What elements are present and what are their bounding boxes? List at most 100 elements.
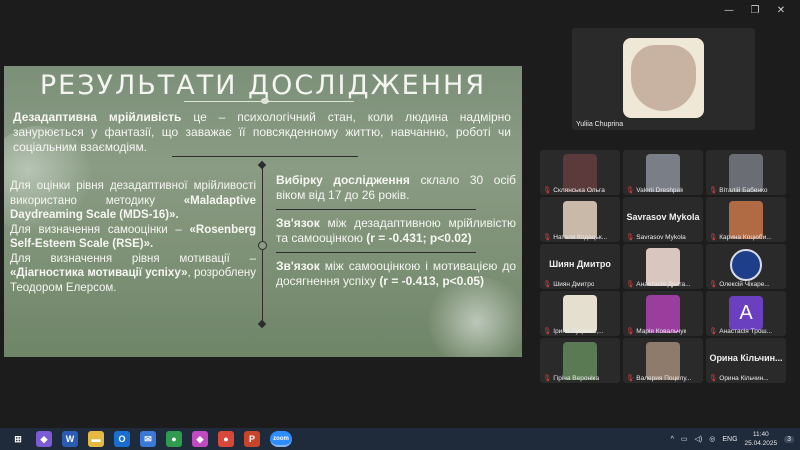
mic-muted-icon: 🎙 [543,328,552,335]
restore-button[interactable]: ❐ [742,4,768,18]
participant-tile[interactable]: Орина Кільчин... 🎙 Орина Кільчин... [706,338,786,383]
participant-tile[interactable]: Шиян Дмитро 🎙 Шиян Дмитро [540,244,620,289]
participant-name: 🎙 Наталя Кодацьк... [543,234,608,241]
participant-name: 🎙 Віталій Бабенко [709,187,768,194]
window-controls: — ❐ ✕ [716,4,794,18]
results-divider [276,209,476,210]
slide-intro: Дезадаптивна мрійливість це – психологіч… [13,110,511,155]
results-divider [276,252,476,253]
tray-chevron-icon[interactable]: ^ [671,436,674,443]
mic-muted-icon: 🎙 [709,375,718,382]
language-indicator[interactable]: ENG [722,436,737,443]
correlation-label: Зв'язок [276,216,320,230]
methods-column: Для оцінки рівня дезадаптивної мрійливос… [10,179,256,295]
correlation-1: Зв'язок між дезадаптивною мрійливістю та… [276,216,516,246]
flower-decoration [422,277,522,357]
participant-name: 🎙 Анастасія Драга... [626,281,691,288]
battery-icon[interactable]: ▭ [681,435,688,443]
participant-tile[interactable]: 🎙 Склянська Ольга [540,150,620,195]
divider-circle [258,241,267,250]
clock-time: 11:40 [752,431,769,438]
participant-name: 🎙 Олексій Чікаре... [709,281,770,288]
paint-icon[interactable]: ◆ [192,431,208,447]
participant-tile[interactable]: 🎙 Валерия Поцелу... [623,338,703,383]
mic-muted-icon: 🎙 [709,234,718,241]
mic-muted-icon: 🎙 [543,187,552,194]
section-divider [172,156,358,157]
participant-name: 🎙 Анастасія Трош... [709,328,773,335]
file-explorer-icon[interactable]: ▬ [88,431,104,447]
participant-tile[interactable]: 🎙 Віталій Бабенко [706,150,786,195]
clock-date: 25.04.2025 [744,440,778,447]
correlation-value: (r = -0.413, p<0.05) [379,274,485,288]
correlation-value: (r = -0.431; p<0.02) [366,231,472,245]
slide-title: РЕЗУЛЬТАТИ ДОСЛІДЖЕННЯ [39,70,487,101]
mic-muted-icon: 🎙 [626,281,635,288]
participant-name: 🎙 Гіріна Вероніка [543,375,600,382]
correlation-2: Зв'язок між самооцінкою і мотивацією до … [276,259,516,289]
title-divider [184,101,354,102]
participant-tile[interactable]: 🎙 Анастасія Драга... [623,244,703,289]
participant-name: 🎙 Valerii Dreshpak [626,187,684,194]
participant-display-name: Орина Кільчин... [709,353,783,363]
title-ornament [261,98,269,104]
participant-name: 🎙 Склянська Ольга [543,187,605,194]
participant-tile[interactable]: 🎙 Наталя Кодацьк... [540,197,620,242]
mic-muted-icon: 🎙 [543,281,552,288]
sample-label: Вибірку дослідження [276,173,410,187]
mic-muted-icon: 🎙 [543,375,552,382]
mic-muted-icon: 🎙 [543,234,552,241]
participant-display-name: Savrasov Mykola [626,212,700,222]
results-column: Вибірку дослідження склало 30 осіб віком… [276,173,516,289]
volume-icon[interactable]: ◁) [695,435,703,443]
participant-name: 🎙 Марія Ковальчук [626,328,687,335]
windows-start-icon[interactable]: ⊞ [10,431,26,447]
taskbar-apps: ⊞ ◆ W ▬ O ✉ ● ◆ ● Pzoom [0,431,292,447]
clock[interactable]: 11:40 25.04.2025 [745,430,778,448]
word-icon[interactable]: W [62,431,78,447]
copilot-icon[interactable]: ◆ [36,431,52,447]
participant-name: 🎙 Орина Кільчин... [709,375,769,382]
participant-tile[interactable]: 🎙 Гіріна Вероніка [540,338,620,383]
chrome-icon-2[interactable]: ● [218,431,234,447]
participant-tile[interactable]: Savrasov Mykola 🎙 Savrasov Mykola [623,197,703,242]
participant-name: 🎙 Savrasov Mykola [626,234,686,241]
shared-slide: РЕЗУЛЬТАТИ ДОСЛІДЖЕННЯ Дезадаптивна мрій… [4,66,522,357]
active-speaker-tile[interactable]: Yuliia Chuprina [572,28,755,130]
speaker-video-frame [631,45,696,111]
powerpoint-icon[interactable]: P [244,431,260,447]
intro-term: Дезадаптивна мрійливість [13,110,182,124]
minimize-button[interactable]: — [716,4,742,18]
settings-icon[interactable]: ◎ [709,435,715,443]
participant-tile[interactable]: A 🎙 Анастасія Трош... [706,291,786,336]
mic-muted-icon: 🎙 [709,187,718,194]
system-tray: ^ ▭ ◁) ◎ ENG 11:40 25.04.2025 3 [671,428,794,450]
close-button[interactable]: ✕ [768,4,794,18]
participant-tile[interactable]: 🎙 Карина Коцюби... [706,197,786,242]
method-rse: Для визначення самооцінки – «Rosenberg S… [10,223,256,252]
participant-tile[interactable]: 🎙 Ірина Луценко,... [540,291,620,336]
mic-muted-icon: 🎙 [709,328,718,335]
mic-muted-icon: 🎙 [626,328,635,335]
zoom-icon[interactable]: zoom [270,431,292,447]
notification-badge[interactable]: 3 [784,435,794,443]
method-name: «Діагностика мотивації успіху» [10,267,188,279]
participant-name: 🎙 Ірина Луценко,... [543,328,604,335]
participant-name: 🎙 Валерия Поцелу... [626,375,692,382]
mic-muted-icon: 🎙 [626,187,635,194]
chrome-icon[interactable]: ● [166,431,182,447]
participant-display-name: Шиян Дмитро [549,259,611,269]
divider-diamond [257,319,267,329]
sample-info: Вибірку дослідження склало 30 осіб віком… [276,173,516,203]
university-logo-icon [730,249,762,281]
participant-tile[interactable]: 🎙 Марія Ковальчук [623,291,703,336]
outlook-icon[interactable]: O [114,431,130,447]
participant-tile[interactable]: 🎙 Олексій Чікаре... [706,244,786,289]
method-text: Для визначення самооцінки – [10,223,190,236]
mic-muted-icon: 🎙 [626,234,635,241]
mail-icon[interactable]: ✉ [140,431,156,447]
participant-name: 🎙 Карина Коцюби... [709,234,772,241]
mic-muted-icon: 🎙 [709,281,718,288]
participant-tile[interactable]: 🎙 Valerii Dreshpak [623,150,703,195]
screen: — ❐ ✕ РЕЗУЛЬТАТИ ДОСЛІДЖЕННЯ Дезадаптивн… [0,0,800,450]
